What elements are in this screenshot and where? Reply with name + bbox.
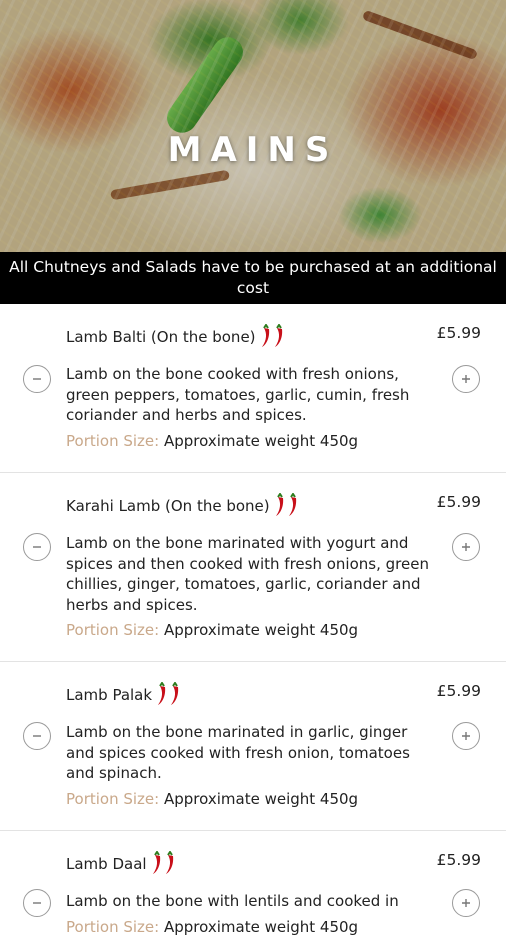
menu-item: Karahi Lamb (On the bone) £5.99 Lamb on … <box>0 473 506 662</box>
menu-item-name-row: Karahi Lamb (On the bone) <box>66 493 302 519</box>
menu-item-price: £5.99 <box>436 851 481 869</box>
increase-quantity-button[interactable] <box>452 365 480 393</box>
portion-size: Portion Size: Approximate weight 450g <box>66 917 438 938</box>
plus-icon <box>462 899 470 907</box>
plus-icon <box>462 543 470 551</box>
menu-item-name: Lamb Balti (On the bone) <box>66 328 256 346</box>
menu-item-name-row: Lamb Daal <box>66 851 179 877</box>
portion-size-value: Approximate weight 450g <box>163 431 359 450</box>
portion-size: Portion Size: Approximate weight 450g <box>66 431 438 452</box>
portion-size-label: Portion Size: <box>66 431 160 450</box>
chilli-icon <box>152 851 173 874</box>
menu-item-description-block: Lamb on the bone marinated with yogurt a… <box>66 533 438 641</box>
menu-item-description-block: Lamb on the bone cooked with fresh onion… <box>66 364 438 451</box>
menu-item-description: Lamb on the bone with lentils and cooked… <box>66 892 399 910</box>
portion-size-label: Portion Size: <box>66 621 160 639</box>
increase-quantity-button[interactable] <box>452 889 480 917</box>
menu-item-description-block: Lamb on the bone marinated in garlic, gi… <box>66 722 438 809</box>
menu-item-name: Lamb Palak <box>66 686 153 704</box>
increase-quantity-button[interactable] <box>452 722 480 750</box>
page-title: MAINS <box>167 130 339 170</box>
portion-size-label: Portion Size: <box>66 789 160 808</box>
menu-item-description: Lamb on the bone marinated in garlic, gi… <box>66 723 410 782</box>
plus-icon <box>462 732 470 740</box>
decrease-quantity-button[interactable] <box>23 722 51 750</box>
menu-item-price: £5.99 <box>436 493 481 511</box>
increase-quantity-button[interactable] <box>452 533 480 561</box>
menu-item-name-row: Lamb Palak <box>66 682 184 708</box>
menu-list: Lamb Balti (On the bone) £5.99 Lamb on t… <box>0 304 506 951</box>
chilli-icon <box>261 324 282 347</box>
menu-item-name: Karahi Lamb (On the bone) <box>66 497 270 515</box>
chilli-icon <box>275 493 296 516</box>
hero-photo-overlay <box>0 0 506 252</box>
minus-icon <box>33 902 41 904</box>
minus-icon <box>33 378 41 380</box>
hero-banner: MAINS <box>0 0 506 252</box>
portion-size: Portion Size: Approximate weight 450g <box>66 789 438 810</box>
chilli-icon <box>158 682 179 705</box>
notice-banner: All Chutneys and Salads have to be purch… <box>0 252 506 304</box>
menu-item-name-row: Lamb Balti (On the bone) <box>66 324 288 350</box>
portion-size-value: Approximate weight 450g <box>163 789 359 808</box>
menu-item: Lamb Balti (On the bone) £5.99 Lamb on t… <box>0 304 506 473</box>
menu-item: Lamb Palak £5.99 Lamb on the bone marina… <box>0 662 506 831</box>
decrease-quantity-button[interactable] <box>23 889 51 917</box>
menu-item-price: £5.99 <box>436 682 481 700</box>
menu-item-description: Lamb on the bone cooked with fresh onion… <box>66 365 410 424</box>
portion-size-value: Approximate weight 450g <box>163 621 359 639</box>
portion-size: Portion Size: Approximate weight 450g <box>66 620 438 641</box>
menu-item-description-block: Lamb on the bone with lentils and cooked… <box>66 891 438 937</box>
portion-size-value: Approximate weight 450g <box>163 917 359 936</box>
decrease-quantity-button[interactable] <box>23 533 51 561</box>
decrease-quantity-button[interactable] <box>23 365 51 393</box>
menu-item-description: Lamb on the bone marinated with yogurt a… <box>66 534 429 614</box>
plus-icon <box>462 375 470 383</box>
minus-icon <box>33 735 41 737</box>
menu-item-name: Lamb Daal <box>66 855 147 873</box>
menu-item: Lamb Daal £5.99 Lamb on the bone with le… <box>0 831 506 951</box>
portion-size-label: Portion Size: <box>66 917 160 936</box>
minus-icon <box>33 546 41 548</box>
menu-item-price: £5.99 <box>436 324 481 342</box>
